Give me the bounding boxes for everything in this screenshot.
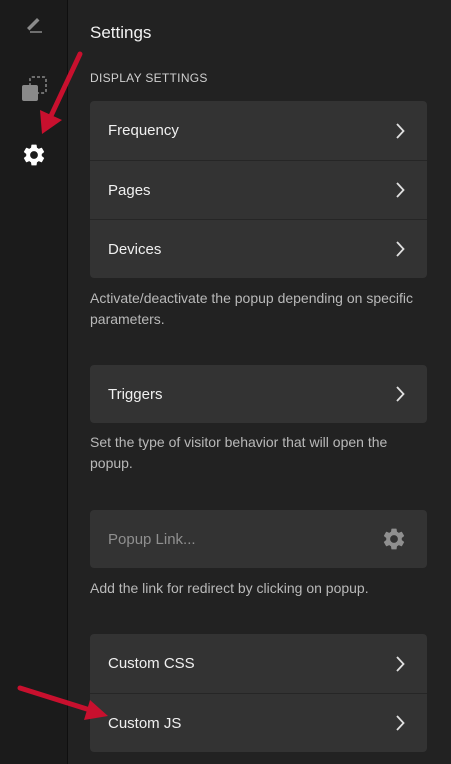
layers-tab[interactable] xyxy=(0,66,67,112)
triggers-label: Triggers xyxy=(108,385,163,403)
triggers-card: Triggers xyxy=(90,365,427,423)
chevron-right-icon xyxy=(396,241,405,257)
display-settings-card: Frequency Pages Devices xyxy=(90,101,427,278)
popup-link-field xyxy=(90,510,427,568)
popup-link-help: Add the link for redirect by clicking on… xyxy=(90,580,369,596)
custom-css-label: Custom CSS xyxy=(108,655,195,672)
pencil-icon xyxy=(26,18,42,33)
devices-label: Devices xyxy=(108,240,162,258)
custom-code-card: Custom CSS Custom JS xyxy=(90,634,427,752)
chevron-right-icon xyxy=(396,386,405,402)
edit-tab[interactable] xyxy=(0,0,67,46)
gear-icon xyxy=(23,144,44,166)
triggers-help: Set the type of visitor behavior that wi… xyxy=(90,434,388,471)
frequency-row[interactable]: Frequency xyxy=(90,101,427,160)
gear-icon[interactable] xyxy=(381,526,407,552)
custom-js-row[interactable]: Custom JS xyxy=(90,693,427,752)
settings-panel: Settings DISPLAY SETTINGS Frequency Page… xyxy=(68,0,451,764)
frequency-label: Frequency xyxy=(108,122,179,139)
page-title: Settings xyxy=(90,23,152,42)
display-settings-label: DISPLAY SETTINGS xyxy=(90,71,208,85)
display-settings-help: Activate/deactivate the popup depending … xyxy=(90,290,414,327)
chevron-right-icon xyxy=(396,655,405,672)
popup-link-input[interactable] xyxy=(108,530,348,548)
devices-row[interactable]: Devices xyxy=(90,219,427,278)
settings-tab[interactable] xyxy=(0,132,67,178)
custom-js-label: Custom JS xyxy=(108,714,182,732)
chevron-right-icon xyxy=(396,182,405,198)
custom-css-row[interactable]: Custom CSS xyxy=(90,634,427,693)
left-toolbar xyxy=(0,0,68,764)
triggers-row[interactable]: Triggers xyxy=(90,365,427,423)
chevron-right-icon xyxy=(396,715,405,731)
pages-row[interactable]: Pages xyxy=(90,160,427,219)
chevron-right-icon xyxy=(396,122,405,139)
pages-label: Pages xyxy=(108,181,151,199)
layers-icon xyxy=(21,76,47,101)
